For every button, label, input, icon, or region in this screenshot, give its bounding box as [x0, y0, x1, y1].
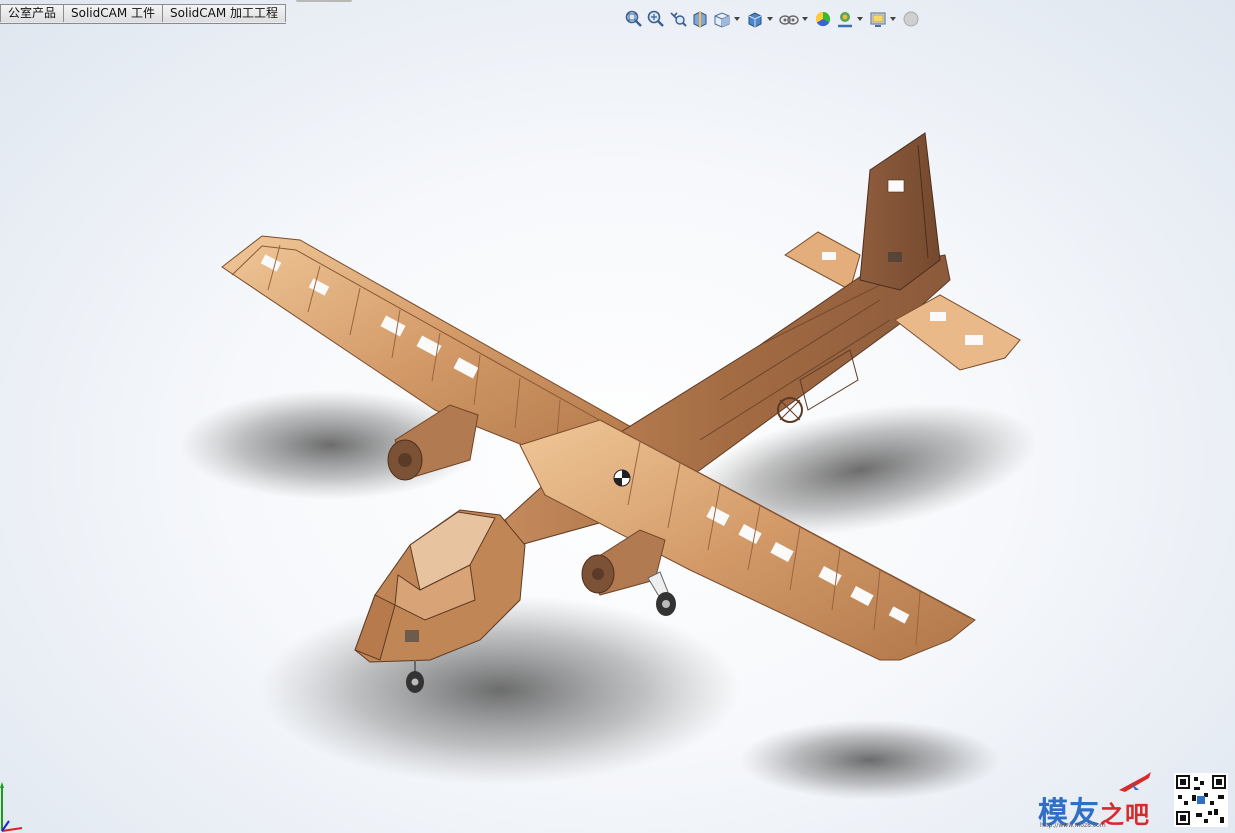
watermark-url: http://www.moz8.com — [1040, 822, 1106, 829]
main-landing-gear — [647, 571, 676, 616]
vertical-fin — [859, 132, 941, 291]
tab-solidcam-stock[interactable]: SolidCAM 工件 — [63, 4, 164, 22]
reference-triad-icon — [0, 782, 23, 832]
tab-office-products[interactable]: 公室产品 — [0, 4, 65, 22]
aircraft-model-view[interactable] — [0, 25, 1235, 833]
window-top-rule — [296, 0, 352, 2]
horizontal-stabilizer-left — [784, 231, 861, 291]
document-tabs: 公室产品 SolidCAM 工件 SolidCAM 加工工程 — [0, 4, 287, 24]
qr-code-icon — [1174, 773, 1228, 827]
site-watermark: 模友之吧 http://www.moz8.com — [1030, 768, 1235, 833]
tab-solidcam-machining-project[interactable]: SolidCAM 加工工程 — [162, 4, 287, 22]
graphics-area[interactable] — [0, 25, 1235, 833]
